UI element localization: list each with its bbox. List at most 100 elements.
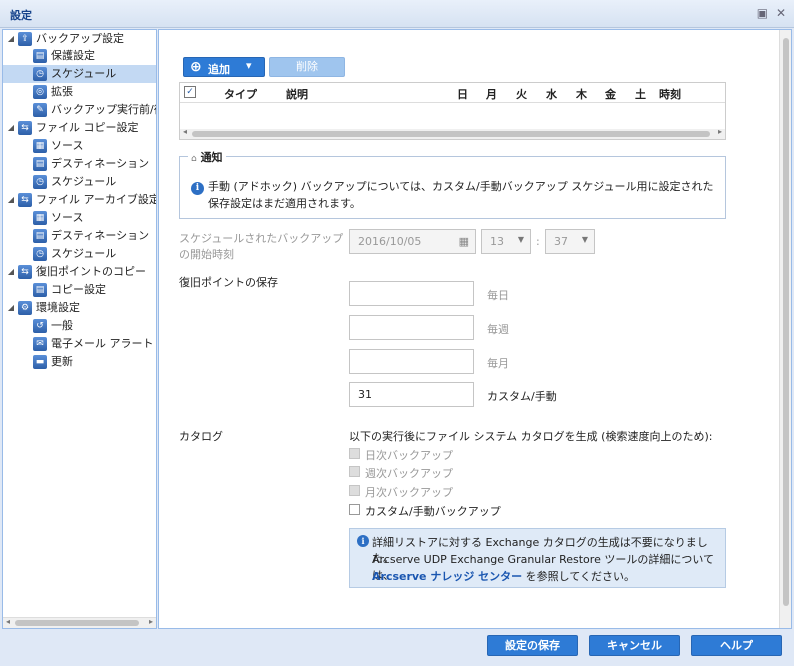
sidebar-horizontal-scrollbar[interactable]: ◂ ▸ <box>3 617 156 628</box>
column-header-description[interactable]: 説明 <box>286 86 308 102</box>
sidebar-item-file-copy-destination[interactable]: ▤ デスティネーション <box>3 155 156 173</box>
main-scroll-thumb[interactable] <box>783 38 789 606</box>
source-icon: ▦ <box>33 211 47 225</box>
column-header-tuesday[interactable]: 火 <box>516 86 527 102</box>
sidebar-item-label: ソース <box>51 139 84 152</box>
cancel-button[interactable]: キャンセル <box>589 635 680 656</box>
monthly-retention-input[interactable] <box>349 349 474 374</box>
sidebar-item-label: バックアップ実行前/後 <box>51 103 156 116</box>
sidebar-item-backup-settings[interactable]: ◢ ⇪ バックアップ設定 <box>3 30 156 48</box>
custom-catalog-checkbox[interactable] <box>349 504 360 515</box>
daily-catalog-label: 日次バックアップ <box>365 449 453 462</box>
column-header-type[interactable]: タイプ <box>224 86 257 102</box>
destination-icon: ▤ <box>33 157 47 171</box>
chevron-down-icon[interactable]: ▾ <box>246 59 252 72</box>
calendar-icon[interactable]: ▦ <box>459 235 469 248</box>
file-archive-icon: ⇆ <box>18 193 32 207</box>
sidebar-item-label: 保護設定 <box>51 49 95 62</box>
sidebar-item-file-archive-settings[interactable]: ◢ ⇆ ファイル アーカイブ設定 <box>3 191 156 209</box>
notice-text: 手動 (アドホック) バックアップについては、カスタム/手動バックアップ スケジ… <box>208 180 714 210</box>
expand-toggle-icon[interactable]: ◢ <box>6 299 16 317</box>
source-icon: ▦ <box>33 139 47 153</box>
scroll-left-icon[interactable]: ◂ <box>6 617 10 626</box>
sidebar-item-file-archive-destination[interactable]: ▤ デスティネーション <box>3 227 156 245</box>
restore-icon[interactable]: ▣ <box>757 6 768 20</box>
schedule-start-label: スケジュールされたバックアップの開始時刻 <box>179 232 344 261</box>
collapse-icon[interactable]: ⌂ <box>191 154 197 164</box>
sidebar-item-email-alerts[interactable]: ✉ 電子メール アラート <box>3 335 156 353</box>
sidebar-item-file-archive-source[interactable]: ▦ ソース <box>3 209 156 227</box>
schedule-icon: ◷ <box>33 247 47 261</box>
column-header-wednesday[interactable]: 水 <box>546 86 557 102</box>
expand-toggle-icon[interactable]: ◢ <box>6 191 16 209</box>
sidebar-item-schedule[interactable]: ◷ スケジュール <box>3 65 156 83</box>
sidebar-item-general[interactable]: ↺ 一般 <box>3 317 156 335</box>
sidebar-item-preferences[interactable]: ◢ ⚙ 環境設定 <box>3 299 156 317</box>
sidebar-item-label: デスティネーション <box>51 229 150 242</box>
custom-retention-label: カスタム/手動 <box>487 390 557 403</box>
help-button[interactable]: ヘルプ <box>691 635 782 656</box>
schedule-panel: ⊕ 追加 ▾ 削除 ✓ タイプ 説明 日 月 火 水 木 金 土 時刻 ◂ ▸ … <box>158 29 792 629</box>
start-date-field[interactable]: 2016/10/05 ▦ <box>349 229 476 254</box>
scroll-right-icon[interactable]: ▸ <box>718 127 722 136</box>
notice-legend[interactable]: ⌂ 通知 <box>188 149 226 165</box>
sidebar-item-file-archive-schedule[interactable]: ◷ スケジュール <box>3 245 156 263</box>
column-header-sunday[interactable]: 日 <box>457 86 468 102</box>
sidebar-item-pre-post-backup[interactable]: ✎ バックアップ実行前/後 <box>3 101 156 119</box>
select-all-checkbox[interactable]: ✓ <box>184 86 196 98</box>
file-copy-icon: ⇆ <box>18 121 32 135</box>
expand-toggle-icon[interactable]: ◢ <box>6 263 16 281</box>
sidebar-item-label: スケジュール <box>51 67 117 80</box>
scroll-left-icon[interactable]: ◂ <box>183 127 187 136</box>
sidebar-scroll-thumb[interactable] <box>15 620 139 626</box>
chevron-down-icon[interactable]: ▼ <box>582 235 588 244</box>
daily-retention-input[interactable] <box>349 281 474 306</box>
sidebar-item-file-copy-source[interactable]: ▦ ソース <box>3 137 156 155</box>
grid-horizontal-scrollbar[interactable]: ◂ ▸ <box>180 127 725 139</box>
sidebar-item-label: 復旧ポイントのコピー <box>36 265 146 278</box>
close-icon[interactable]: ✕ <box>776 6 786 20</box>
main-vertical-scrollbar[interactable] <box>779 30 791 628</box>
custom-retention-input[interactable]: 31 <box>349 382 474 407</box>
update-icon: ▬ <box>33 355 47 369</box>
delete-button[interactable]: 削除 <box>269 57 345 77</box>
sidebar-item-copy-settings[interactable]: ▤ コピー設定 <box>3 281 156 299</box>
knowledge-center-link[interactable]: Arcserve ナレッジ センター <box>372 570 522 583</box>
sidebar-item-updates[interactable]: ▬ 更新 <box>3 353 156 371</box>
dialog-footer: 設定の保存 キャンセル ヘルプ <box>0 629 794 666</box>
notice-legend-label: 通知 <box>200 151 223 164</box>
add-button[interactable]: ⊕ 追加 ▾ <box>183 57 265 77</box>
sidebar-item-advanced[interactable]: ◎ 拡張 <box>3 83 156 101</box>
monthly-catalog-checkbox[interactable] <box>349 485 360 496</box>
sidebar-item-protection-settings[interactable]: ▤ 保護設定 <box>3 47 156 65</box>
column-header-saturday[interactable]: 土 <box>635 86 646 102</box>
column-header-time[interactable]: 時刻 <box>659 86 681 102</box>
sidebar-item-label: スケジュール <box>51 247 117 260</box>
protect-icon: ▤ <box>33 49 47 63</box>
column-header-monday[interactable]: 月 <box>486 86 497 102</box>
grid-scroll-thumb[interactable] <box>192 131 710 137</box>
info-icon: i <box>357 535 369 547</box>
chevron-down-icon[interactable]: ▼ <box>518 235 524 244</box>
schedule-icon: ◷ <box>33 175 47 189</box>
save-settings-button[interactable]: 設定の保存 <box>487 635 578 656</box>
weekly-catalog-label: 週次バックアップ <box>365 467 453 480</box>
sidebar-item-file-copy-settings[interactable]: ◢ ⇆ ファイル コピー設定 <box>3 119 156 137</box>
column-header-thursday[interactable]: 木 <box>576 86 587 102</box>
sidebar-item-recovery-point-copy[interactable]: ◢ ⇆ 復旧ポイントのコピー <box>3 263 156 281</box>
expand-toggle-icon[interactable]: ◢ <box>6 119 16 137</box>
column-header-friday[interactable]: 金 <box>605 86 616 102</box>
expand-toggle-icon[interactable]: ◢ <box>6 30 16 48</box>
weekly-retention-input[interactable] <box>349 315 474 340</box>
daily-catalog-checkbox[interactable] <box>349 448 360 459</box>
notice-fieldset: ⌂ 通知 i 手動 (アドホック) バックアップについては、カスタム/手動バック… <box>179 149 726 219</box>
start-minute-select[interactable]: 37 ▼ <box>545 229 595 254</box>
sidebar-item-label: ファイル コピー設定 <box>36 121 139 134</box>
sidebar-item-file-copy-schedule[interactable]: ◷ スケジュール <box>3 173 156 191</box>
weekly-catalog-checkbox[interactable] <box>349 466 360 477</box>
info-line-3-suffix: を参照してください。 <box>522 570 636 583</box>
backup-icon: ⇪ <box>18 32 32 46</box>
scroll-right-icon[interactable]: ▸ <box>149 617 153 626</box>
settings-tree: ◢ ⇪ バックアップ設定 ▤ 保護設定 ◷ スケジュール ◎ 拡張 ✎ バックアップ実行前/後 ◢ ⇆ フ… <box>3 30 156 618</box>
start-hour-select[interactable]: 13 ▼ <box>481 229 531 254</box>
